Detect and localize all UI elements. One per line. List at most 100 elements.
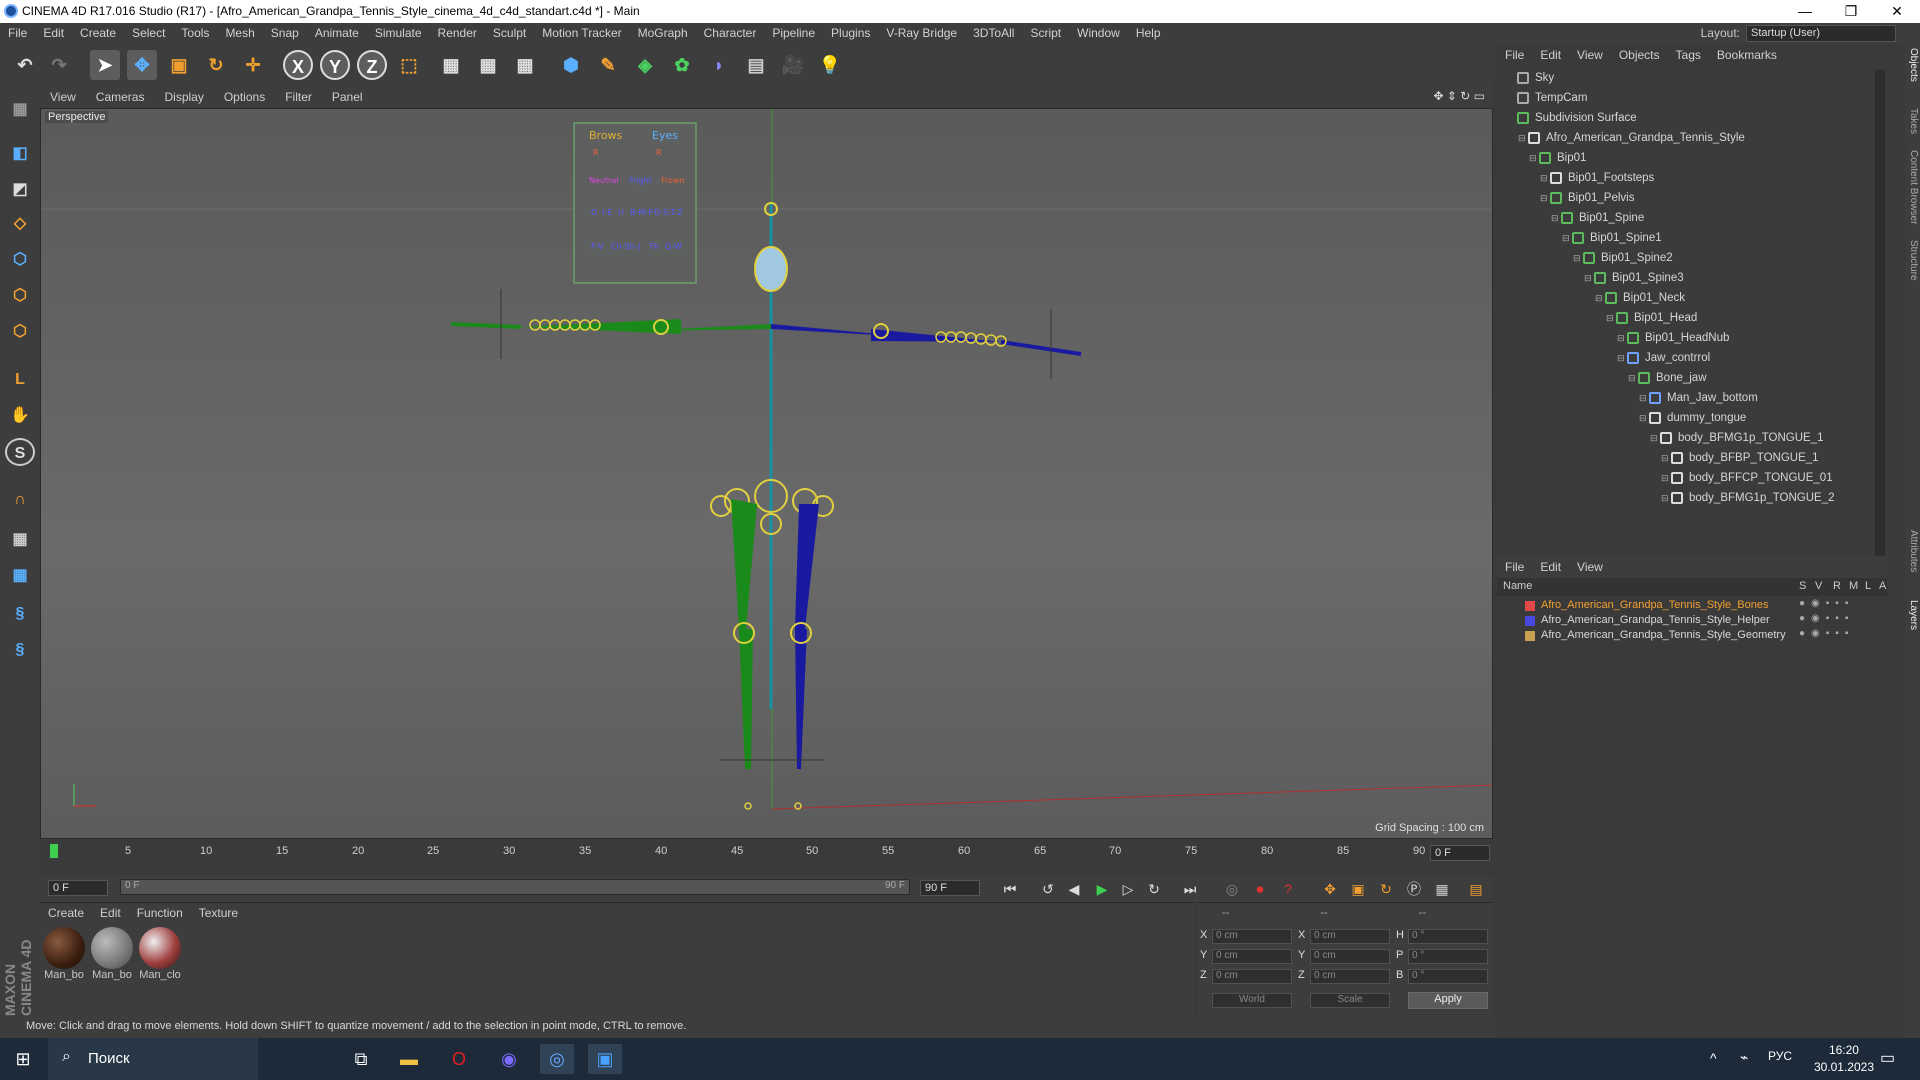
object-tree-item[interactable]: ⊟ dummy_tongue xyxy=(1497,412,1885,432)
render-settings-icon[interactable]: ▦ xyxy=(510,50,540,80)
layer-row[interactable]: Afro_American_Grandpa_Tennis_Style_Geome… xyxy=(1497,628,1887,643)
expand-toggle-icon[interactable]: ⊟ xyxy=(1595,293,1605,304)
language-indicator[interactable]: РУС xyxy=(1768,1049,1792,1063)
restore-icon[interactable]: ❐ xyxy=(1828,0,1874,23)
menu-create[interactable]: Create xyxy=(72,23,124,40)
expand-toggle-icon[interactable]: ⊟ xyxy=(1529,153,1539,164)
expand-toggle-icon[interactable]: ⊟ xyxy=(1562,233,1572,244)
z-axis-lock-icon[interactable]: Z xyxy=(357,50,387,80)
cloner-icon[interactable]: ✿ xyxy=(667,50,697,80)
position-y-field[interactable]: 0 cm xyxy=(1212,949,1292,964)
network-icon[interactable]: ⌁ xyxy=(1740,1049,1748,1066)
layer-color-swatch[interactable] xyxy=(1525,616,1535,626)
expand-toggle-icon[interactable]: ⊟ xyxy=(1628,373,1638,384)
menu-edit[interactable]: Edit xyxy=(35,23,72,40)
layer-menu-edit[interactable]: Edit xyxy=(1532,556,1569,574)
play-icon[interactable]: ▶ xyxy=(1090,878,1114,900)
expand-toggle-icon[interactable]: ⊟ xyxy=(1639,413,1649,424)
key-parameter-icon[interactable]: Ⓟ xyxy=(1402,878,1426,900)
skeleton-rig-scene[interactable]: Brows Eyes R R Neutral Fright Frown O I-… xyxy=(41,109,1493,839)
workplane-mode-icon[interactable]: ◇ xyxy=(5,210,35,238)
expand-toggle-icon[interactable]: ⊟ xyxy=(1540,193,1550,204)
expand-toggle-icon[interactable]: ⊟ xyxy=(1661,473,1671,484)
expand-toggle-icon[interactable]: ⊟ xyxy=(1639,393,1649,404)
tray-chevron-icon[interactable]: ^ xyxy=(1710,1050,1717,1066)
viewport-menu-display[interactable]: Display xyxy=(154,86,213,104)
playhead[interactable] xyxy=(50,844,58,858)
expand-toggle-icon[interactable]: ⊟ xyxy=(1661,453,1671,464)
object-tree-item[interactable]: ⊟ body_BFFCP_TONGUE_01 xyxy=(1497,472,1885,492)
object-tree-item[interactable]: ⊟ body_BFMG1p_TONGUE_1 xyxy=(1497,432,1885,452)
viewport-menu-filter[interactable]: Filter xyxy=(275,86,322,104)
rotation-p-field[interactable]: 0 ° xyxy=(1408,949,1488,964)
viewport-menu-view[interactable]: View xyxy=(40,86,86,104)
x-axis-lock-icon[interactable]: X xyxy=(283,50,313,80)
rotation-h-field[interactable]: 0 ° xyxy=(1408,929,1488,944)
rotation-b-field[interactable]: 0 ° xyxy=(1408,969,1488,984)
material-menu-create[interactable]: Create xyxy=(40,903,92,920)
viewport-menu-options[interactable]: Options xyxy=(214,86,275,104)
end-frame-field[interactable]: 90 F xyxy=(920,880,980,896)
object-tree-item[interactable]: ⊟ Afro_American_Grandpa_Tennis_Style xyxy=(1497,132,1885,152)
om-menu-edit[interactable]: Edit xyxy=(1532,44,1569,62)
autokey-icon[interactable]: ⏺ xyxy=(1248,878,1272,900)
object-tree-item[interactable]: ⊟ body_BFMG1p_TONGUE_2 xyxy=(1497,492,1885,512)
model-mode-icon[interactable]: ◧ xyxy=(5,140,35,168)
material-item[interactable]: Man_clo xyxy=(138,927,182,983)
menu-3dtoall[interactable]: 3DToAll xyxy=(965,23,1022,40)
expand-toggle-icon[interactable]: ⊟ xyxy=(1606,313,1616,324)
material-item[interactable]: Man_bo xyxy=(90,927,134,983)
axis-mode-icon[interactable]: L xyxy=(5,366,35,394)
layer-menu-file[interactable]: File xyxy=(1497,556,1532,574)
file-explorer-icon[interactable]: ▬ xyxy=(392,1044,426,1074)
object-tree-scrollbar[interactable] xyxy=(1875,70,1885,556)
expand-toggle-icon[interactable]: ⊟ xyxy=(1551,213,1561,224)
key-position-icon[interactable]: ✥ xyxy=(1318,878,1342,900)
layer-color-swatch[interactable] xyxy=(1525,631,1535,641)
next-frame-icon[interactable]: ▷ xyxy=(1116,878,1140,900)
menu-render[interactable]: Render xyxy=(430,23,485,40)
material-menu-edit[interactable]: Edit xyxy=(92,903,129,920)
menu-pipeline[interactable]: Pipeline xyxy=(764,23,823,40)
transform-tool-icon[interactable]: ✛ xyxy=(238,50,268,80)
om-menu-bookmarks[interactable]: Bookmarks xyxy=(1709,44,1785,62)
om-menu-file[interactable]: File xyxy=(1497,44,1532,62)
om-menu-view[interactable]: View xyxy=(1569,44,1611,62)
discord-icon[interactable]: ◉ xyxy=(492,1044,526,1074)
edges-mode-icon[interactable]: ⬡ xyxy=(5,282,35,310)
texture-mode-icon[interactable]: ◩ xyxy=(5,176,35,204)
goto-end-icon[interactable]: ⏭ xyxy=(1178,878,1202,900)
tweak-mode-icon[interactable]: ✋ xyxy=(5,402,35,430)
menu-file[interactable]: File xyxy=(0,23,35,40)
object-tree-item[interactable]: ⊟ Bip01_Spine1 xyxy=(1497,232,1885,252)
cinema4d-taskbar-icon[interactable]: ◎ xyxy=(540,1044,574,1074)
layer-row[interactable]: Afro_American_Grandpa_Tennis_Style_Bones… xyxy=(1497,598,1887,613)
menu-animate[interactable]: Animate xyxy=(307,23,367,40)
expand-toggle-icon[interactable]: ⊟ xyxy=(1650,433,1660,444)
tab-objects[interactable]: Objects xyxy=(1906,48,1919,82)
object-tree-item[interactable]: ⊟ Bip01 xyxy=(1497,152,1885,172)
om-menu-tags[interactable]: Tags xyxy=(1668,44,1709,62)
floor-icon[interactable]: ▤ xyxy=(741,50,771,80)
subdivision-surface-icon[interactable]: ◈ xyxy=(630,50,660,80)
pen-spline-icon[interactable]: ✎ xyxy=(593,50,623,80)
object-tree-item[interactable]: ⊟ Bip01_Head xyxy=(1497,312,1885,332)
menu-script[interactable]: Script xyxy=(1022,23,1069,40)
move-tool-icon[interactable]: ✥ xyxy=(127,50,157,80)
snap-icon[interactable]: S xyxy=(5,438,35,466)
tab-content-browser[interactable]: Content Browser xyxy=(1906,150,1919,224)
magnet-icon[interactable]: ∩ xyxy=(5,486,35,514)
size-mode-dropdown[interactable]: Scale xyxy=(1310,993,1390,1008)
om-menu-objects[interactable]: Objects xyxy=(1611,44,1668,62)
render-picture-viewer-icon[interactable]: ▦ xyxy=(473,50,503,80)
object-tree-item[interactable]: ⊟ Bip01_HeadNub xyxy=(1497,332,1885,352)
menu-tools[interactable]: Tools xyxy=(173,23,217,40)
material-menu-function[interactable]: Function xyxy=(129,903,191,920)
start-frame-field[interactable]: 0 F xyxy=(48,880,108,896)
object-tree-item[interactable]: ⊟ Bip01_Spine2 xyxy=(1497,252,1885,272)
object-tree-item[interactable]: Sky xyxy=(1497,72,1885,92)
minimize-icon[interactable]: — xyxy=(1782,0,1828,23)
key-scale-icon[interactable]: ▣ xyxy=(1346,878,1370,900)
render-view-icon[interactable]: ▦ xyxy=(436,50,466,80)
expand-toggle-icon[interactable]: ⊟ xyxy=(1617,333,1627,344)
